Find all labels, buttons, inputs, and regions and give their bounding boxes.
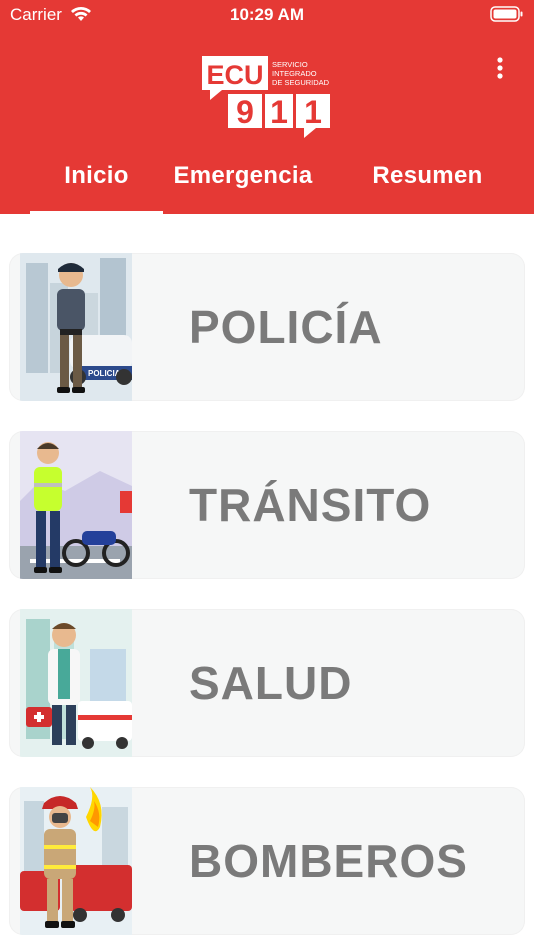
- tab-resumen[interactable]: Resumen: [360, 162, 495, 190]
- card-label-transito: TRÁNSITO: [189, 479, 432, 531]
- logo-digit-1: 9: [236, 94, 254, 130]
- firefighter-illustration: [20, 787, 132, 935]
- card-policia[interactable]: POLICIA POLICÍA: [9, 253, 525, 401]
- card-label-policia: POLICÍA: [189, 301, 383, 353]
- ecu911-logo: ECU SERVICIO INTEGRADO DE SEGURIDAD 9 1 …: [200, 56, 335, 140]
- app-header: Carrier 10:29 AM ECU SERVICIO INTEGRADO …: [0, 0, 534, 214]
- vertical-dots-icon: [497, 57, 503, 79]
- police-car-text: POLICIA: [88, 369, 121, 378]
- logo-tagline-3: DE SEGURIDAD: [272, 78, 330, 87]
- traffic-officer-illustration: [20, 431, 132, 579]
- card-salud[interactable]: SALUD: [9, 609, 525, 757]
- logo-tagline-2: INTEGRADO: [272, 69, 317, 78]
- card-bomberos[interactable]: BOMBEROS: [9, 787, 525, 935]
- tab-bar: Inicio Emergencia Resumen: [0, 150, 534, 214]
- doctor-illustration: [20, 609, 132, 757]
- tab-emergencia[interactable]: Emergencia: [164, 162, 322, 190]
- police-officer-illustration: POLICIA: [20, 253, 132, 401]
- logo-ecu-text: ECU: [206, 60, 263, 90]
- battery-icon: [490, 6, 524, 27]
- card-transito[interactable]: TRÁNSITO: [9, 431, 525, 579]
- status-time: 10:29 AM: [229, 5, 304, 24]
- logo-digit-2: 1: [270, 94, 288, 130]
- tab-inicio[interactable]: Inicio: [30, 162, 163, 190]
- logo-tagline-1: SERVICIO: [272, 60, 308, 69]
- logo-digit-3: 1: [304, 94, 322, 130]
- more-options-button[interactable]: [490, 55, 510, 85]
- status-bar: Carrier 10:29 AM: [0, 0, 534, 30]
- active-tab-indicator: [30, 211, 163, 214]
- card-label-bomberos: BOMBEROS: [189, 835, 468, 887]
- card-label-salud: SALUD: [189, 657, 353, 709]
